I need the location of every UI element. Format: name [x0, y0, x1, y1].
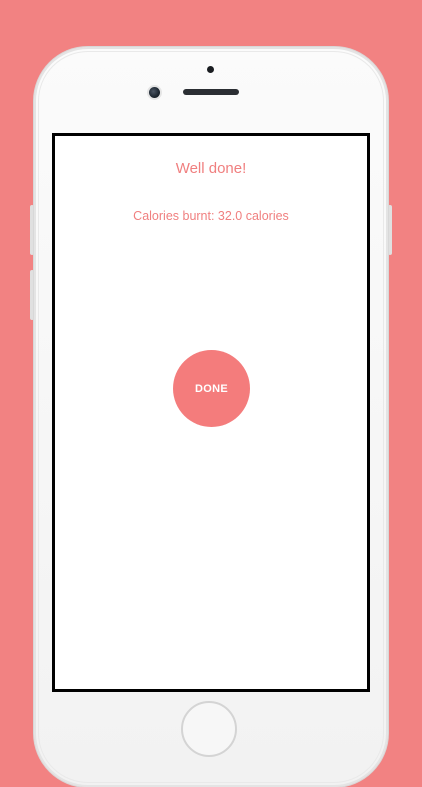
app-screen: Well done! Calories burnt: 32.0 calories… — [52, 133, 370, 692]
front-camera-icon — [149, 87, 160, 98]
done-button[interactable]: DONE — [173, 350, 250, 427]
earpiece-speaker — [183, 89, 239, 95]
proximity-sensor — [207, 66, 214, 73]
calories-burnt-text: Calories burnt: 32.0 calories — [133, 209, 289, 223]
page-title: Well done! — [175, 160, 247, 177]
home-button[interactable] — [181, 701, 237, 757]
power-side-button — [388, 205, 392, 255]
